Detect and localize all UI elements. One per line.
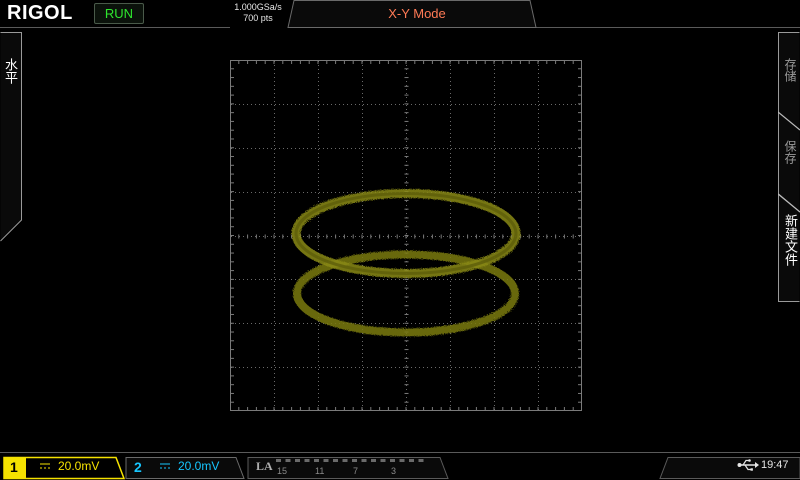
center-axis-ticks bbox=[229, 59, 583, 412]
usb-icon bbox=[737, 459, 759, 471]
menu-item-new-file[interactable]: 新建文件 bbox=[782, 214, 798, 266]
sample-rate: 1.000GSa/s bbox=[234, 2, 282, 12]
ch2-vertical-scale[interactable]: 20.0mV bbox=[178, 459, 219, 473]
menu-item-storage[interactable]: 存储 bbox=[782, 58, 798, 82]
mode-title: X-Y Mode bbox=[388, 6, 446, 21]
logic-analyzer-label[interactable]: LA bbox=[256, 459, 273, 474]
la-channel-dot bbox=[323, 459, 329, 462]
ch1-vertical-scale[interactable]: 20.0mV bbox=[58, 459, 99, 473]
run-status-button[interactable]: RUN bbox=[94, 3, 144, 24]
la-channel-dot bbox=[295, 459, 300, 462]
la-channel-dot bbox=[371, 459, 376, 462]
la-channel-3: 3 bbox=[391, 466, 397, 476]
la-channel-dot bbox=[352, 459, 357, 462]
ch2-number[interactable]: 2 bbox=[134, 459, 142, 475]
la-channel-dot bbox=[390, 459, 395, 462]
la-channel-dot bbox=[342, 459, 348, 462]
la-channel-dot bbox=[418, 459, 424, 462]
la-channel-15: 15 bbox=[277, 466, 288, 476]
menu-item-save[interactable]: 保存 bbox=[782, 140, 798, 164]
clock: 19:47 bbox=[761, 459, 789, 471]
la-channel-dot bbox=[314, 459, 319, 462]
rigol-logo: RIGOL bbox=[7, 2, 73, 24]
ch1-dc-coupling-icon bbox=[40, 463, 50, 469]
la-channel-dot bbox=[333, 459, 338, 462]
ch1-number[interactable]: 1 bbox=[10, 459, 18, 475]
ch2-dc-coupling-icon bbox=[160, 463, 170, 469]
bottom-bar-frame bbox=[0, 452, 800, 480]
la-channel-11: 11 bbox=[315, 466, 325, 476]
la-channel-dot bbox=[399, 459, 405, 462]
horizontal-tab-label: 水平 bbox=[3, 58, 18, 84]
memory-depth: 700 pts bbox=[243, 13, 273, 23]
la-channel-dot bbox=[304, 459, 310, 462]
xy-grid bbox=[229, 59, 583, 412]
la-channel-dot bbox=[361, 459, 367, 462]
bottom-status-bar bbox=[0, 452, 800, 480]
la-channel-7: 7 bbox=[353, 466, 359, 476]
la-channel-dot bbox=[380, 459, 386, 462]
la-channel-dot bbox=[276, 459, 281, 462]
la-channel-dot bbox=[409, 459, 414, 462]
la-channel-indicators bbox=[276, 459, 424, 462]
waveform-display[interactable] bbox=[229, 59, 583, 412]
la-channel-dot bbox=[285, 459, 291, 462]
acquisition-info: 1.000GSa/s 700 pts bbox=[226, 2, 290, 24]
